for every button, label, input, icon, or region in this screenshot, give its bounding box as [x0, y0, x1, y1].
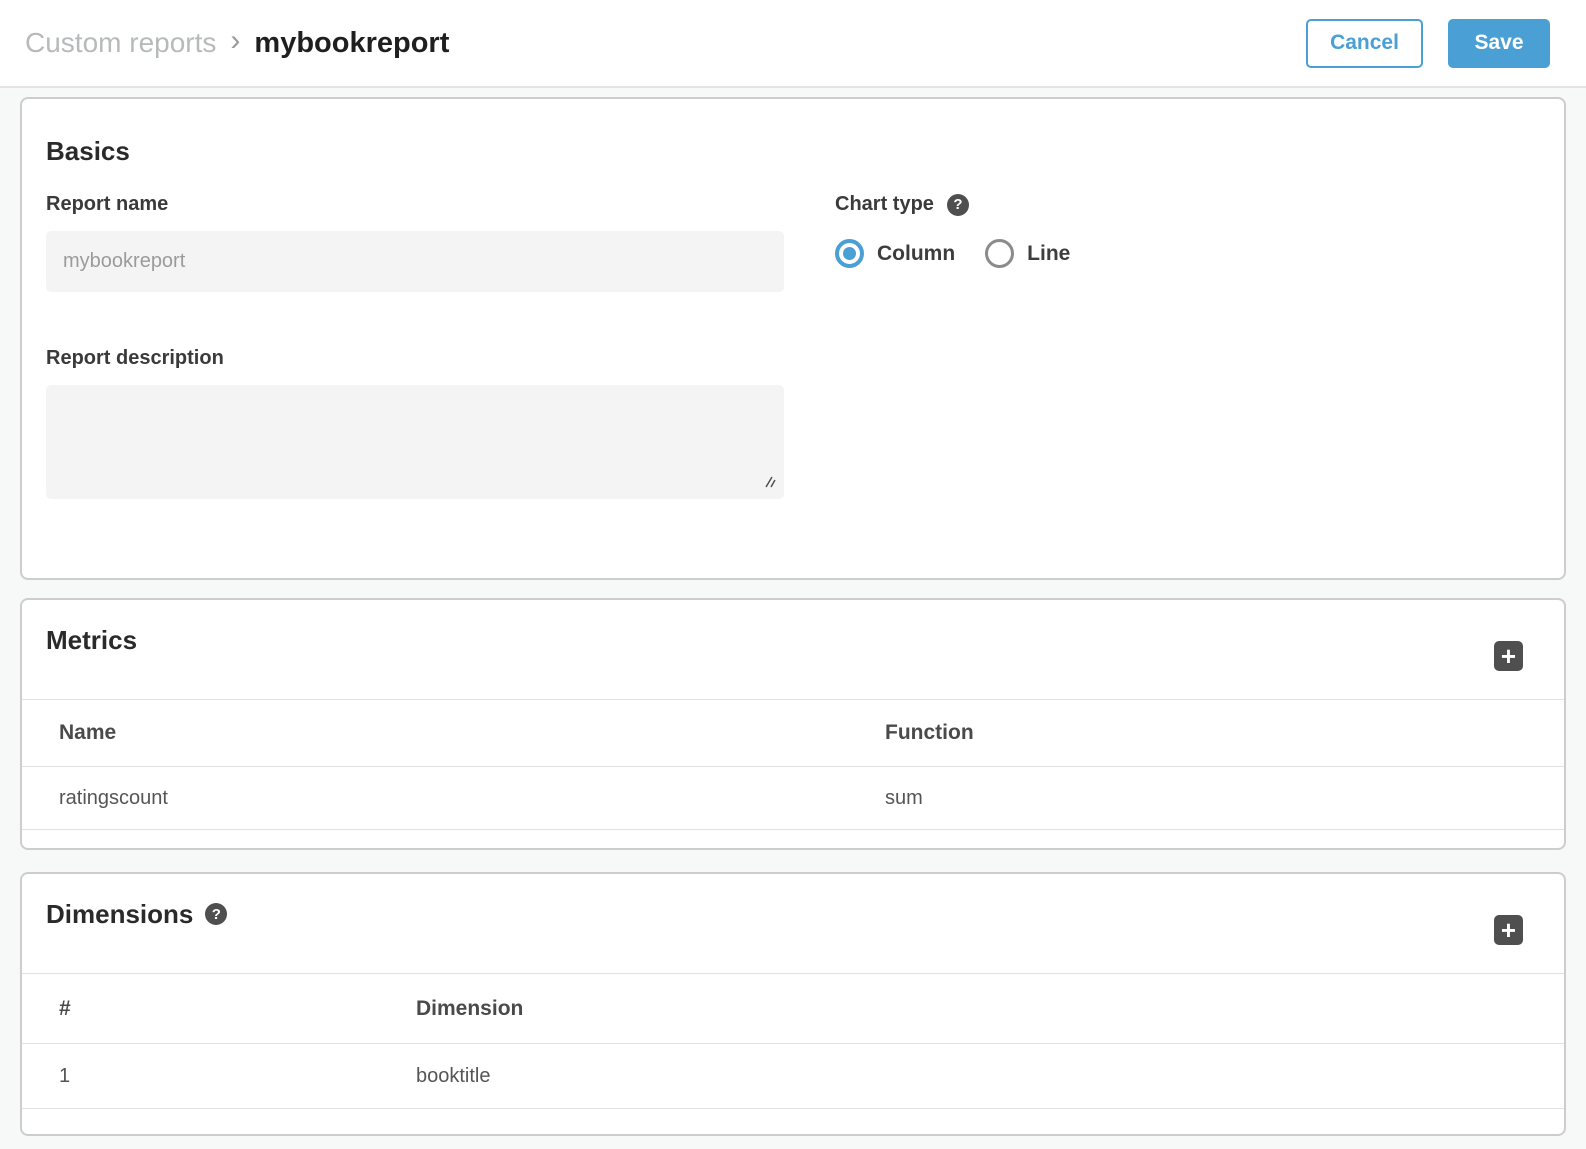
add-metric-button[interactable]: +: [1494, 641, 1523, 671]
report-description-label: Report description: [46, 347, 784, 370]
chart-type-radio-column[interactable]: [835, 239, 864, 268]
top-bar: Custom reports › mybookreport Cancel Sav…: [0, 0, 1586, 88]
dimension-number-cell: 1: [22, 1065, 416, 1088]
dimensions-table: # Dimension 1 booktitle: [22, 973, 1564, 1109]
metrics-table-header: Name Function: [22, 700, 1564, 767]
metrics-table-row[interactable]: ratingscount sum: [22, 767, 1564, 830]
metric-name-cell: ratingscount: [22, 787, 885, 810]
page-content: Basics Report name Report description: [0, 88, 1586, 1149]
metric-function-cell: sum: [885, 787, 1564, 810]
chart-type-help-icon[interactable]: ?: [947, 194, 969, 216]
chart-type-radio-column-label[interactable]: Column: [877, 242, 955, 266]
metrics-card: Metrics + Name Function ratingscount sum: [20, 598, 1566, 850]
report-description-textarea[interactable]: [46, 385, 784, 499]
breadcrumb-parent-link[interactable]: Custom reports: [25, 27, 216, 59]
basics-title: Basics: [46, 135, 1540, 167]
add-dimension-button[interactable]: +: [1494, 915, 1523, 945]
report-name-label: Report name: [46, 193, 784, 216]
metrics-column-function: Function: [885, 721, 1564, 745]
dimensions-column-number: #: [22, 997, 416, 1021]
dimensions-card: Dimensions ? + # Dimension 1 booktitle: [20, 872, 1566, 1136]
resize-handle-icon[interactable]: [762, 474, 777, 494]
metrics-column-name: Name: [22, 721, 885, 745]
report-name-input[interactable]: [46, 231, 784, 292]
dimensions-table-row[interactable]: 1 booktitle: [22, 1044, 1564, 1109]
dimensions-table-header: # Dimension: [22, 974, 1564, 1044]
cancel-button[interactable]: Cancel: [1306, 19, 1423, 68]
basics-card: Basics Report name Report description: [20, 97, 1566, 580]
chart-type-radio-group: Column Line: [835, 239, 1070, 268]
save-button[interactable]: Save: [1448, 19, 1550, 68]
chart-type-radio-line[interactable]: [985, 239, 1014, 268]
chart-type-radio-line-label[interactable]: Line: [1027, 242, 1070, 266]
metrics-table: Name Function ratingscount sum: [22, 699, 1564, 830]
dimensions-help-icon[interactable]: ?: [205, 903, 227, 925]
chevron-right-icon: ›: [230, 26, 240, 60]
dimensions-title: Dimensions: [46, 898, 193, 930]
metrics-title: Metrics: [46, 624, 137, 656]
dimension-name-cell: booktitle: [416, 1065, 1564, 1088]
breadcrumb: Custom reports › mybookreport: [25, 26, 449, 60]
dimensions-column-dimension: Dimension: [416, 997, 1564, 1021]
header-actions: Cancel Save: [1306, 19, 1550, 68]
page-title: mybookreport: [254, 27, 449, 60]
chart-type-label: Chart type: [835, 193, 934, 216]
